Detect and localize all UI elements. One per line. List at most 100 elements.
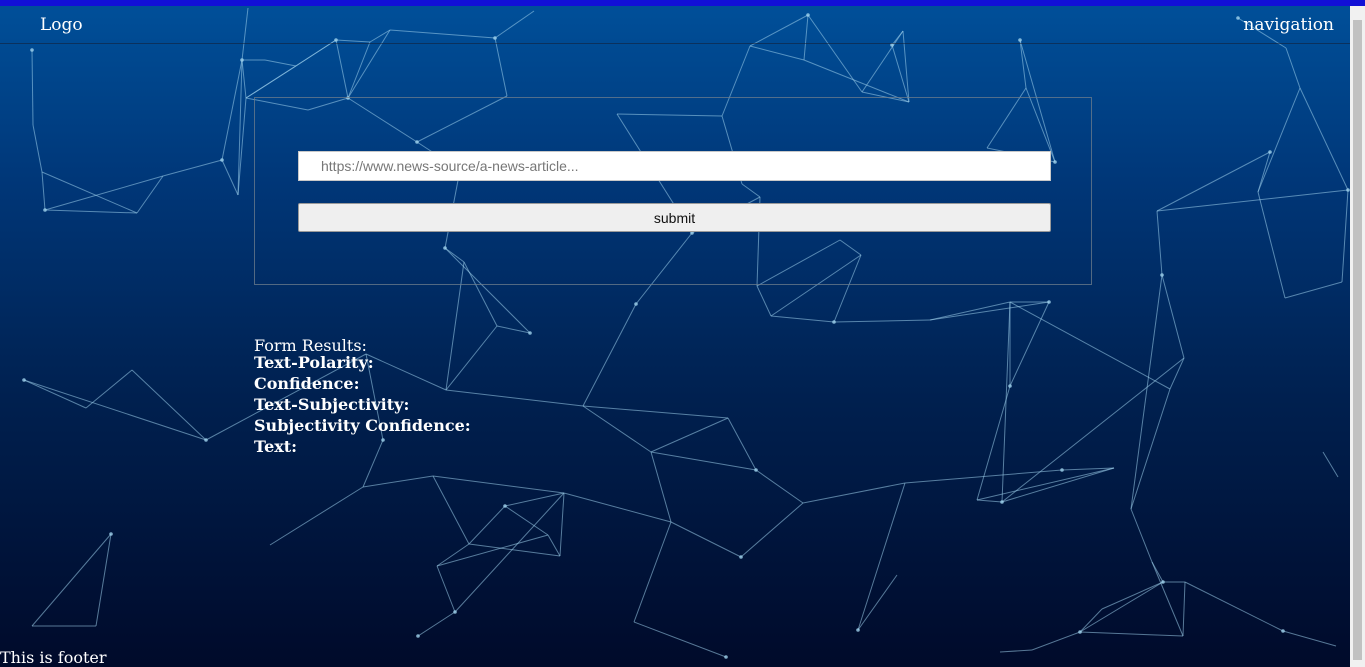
network-link — [136, 175, 164, 214]
network-link — [547, 534, 561, 557]
network-link — [749, 45, 805, 61]
network-link — [436, 543, 470, 567]
network-node — [204, 438, 208, 442]
form-results: Form Results: Text-Polarity: Confidence:… — [254, 337, 471, 455]
network-link — [436, 534, 549, 567]
network-link — [1019, 39, 1027, 89]
network-node — [43, 208, 47, 212]
network-link — [929, 301, 1011, 321]
network-link — [237, 59, 243, 196]
network-link — [504, 505, 549, 536]
network-node — [503, 504, 507, 508]
network-link — [650, 451, 672, 523]
network-link — [727, 417, 757, 471]
network-link — [1169, 357, 1185, 390]
url-input[interactable] — [298, 151, 1051, 181]
network-link — [32, 124, 43, 173]
network-link — [1009, 301, 1050, 387]
network-node — [1160, 273, 1164, 277]
network-link — [162, 159, 223, 177]
network-link — [496, 325, 531, 334]
network-node — [109, 532, 113, 536]
network-link — [857, 482, 906, 631]
network-link — [1151, 561, 1184, 637]
network-link — [494, 37, 508, 97]
network-link — [31, 49, 34, 126]
network-link — [1284, 281, 1343, 299]
network-link — [1257, 191, 1286, 299]
logo[interactable]: Logo — [40, 15, 83, 35]
network-node — [528, 331, 532, 335]
network-node — [220, 158, 224, 162]
network-link — [1184, 581, 1284, 632]
network-link — [44, 209, 138, 214]
network-link — [1130, 388, 1171, 510]
network-link — [999, 649, 1033, 653]
network-link — [1257, 151, 1271, 193]
network-link — [436, 565, 456, 613]
network-link — [1156, 151, 1271, 212]
network-link — [432, 475, 565, 494]
network-link — [582, 303, 637, 407]
network-link — [755, 469, 804, 504]
network-link — [976, 467, 1115, 501]
submit-button[interactable]: submit — [298, 203, 1051, 232]
network-link — [1285, 47, 1301, 89]
network-link — [582, 405, 652, 453]
network-link — [1161, 274, 1185, 359]
network-node — [1281, 629, 1285, 633]
network-link — [1156, 210, 1163, 276]
network-node — [634, 302, 638, 306]
network-link — [23, 379, 87, 409]
network-link — [362, 475, 434, 488]
network-link — [454, 492, 565, 613]
network-link — [670, 521, 742, 558]
network-link — [1299, 87, 1349, 191]
network-link — [44, 175, 164, 211]
network-link — [633, 521, 672, 623]
network-link — [756, 285, 772, 317]
network-node — [754, 468, 758, 472]
network-link — [833, 319, 931, 323]
network-link — [85, 369, 133, 409]
network-link — [559, 492, 565, 557]
network-link — [347, 41, 371, 99]
network-link — [1079, 608, 1103, 633]
network-link — [245, 65, 297, 99]
network-node — [1008, 384, 1012, 388]
network-link — [245, 39, 337, 99]
scrollbar-thumb[interactable] — [1353, 20, 1362, 660]
network-link — [1156, 189, 1349, 212]
polarity-label: Text-Polarity: — [254, 353, 374, 372]
network-link — [1257, 87, 1301, 193]
confidence-label: Confidence: — [254, 374, 360, 393]
network-link — [976, 499, 1003, 503]
network-link — [264, 59, 297, 67]
network-link — [335, 39, 349, 99]
network-link — [803, 59, 910, 103]
network-link — [1282, 630, 1337, 647]
network-link — [857, 574, 898, 631]
network-link — [650, 451, 757, 471]
network-link — [740, 502, 804, 558]
network-node — [1047, 300, 1051, 304]
navigation-link[interactable]: navigation — [1243, 15, 1334, 35]
network-node — [22, 378, 26, 382]
network-link — [131, 369, 207, 441]
network-link — [1001, 467, 1115, 503]
network-node — [416, 634, 420, 638]
network-link — [929, 301, 1050, 321]
network-link — [770, 315, 835, 323]
network-link — [31, 533, 112, 627]
network-link — [1130, 508, 1153, 563]
network-node — [240, 58, 244, 62]
vertical-scrollbar[interactable] — [1350, 6, 1365, 667]
network-node — [1268, 150, 1272, 154]
network-link — [468, 543, 561, 557]
network-link — [1322, 451, 1339, 478]
network-node — [739, 555, 743, 559]
network-link — [417, 611, 456, 637]
network-node — [1060, 468, 1064, 472]
network-link — [221, 159, 239, 196]
network-link — [1031, 631, 1081, 651]
